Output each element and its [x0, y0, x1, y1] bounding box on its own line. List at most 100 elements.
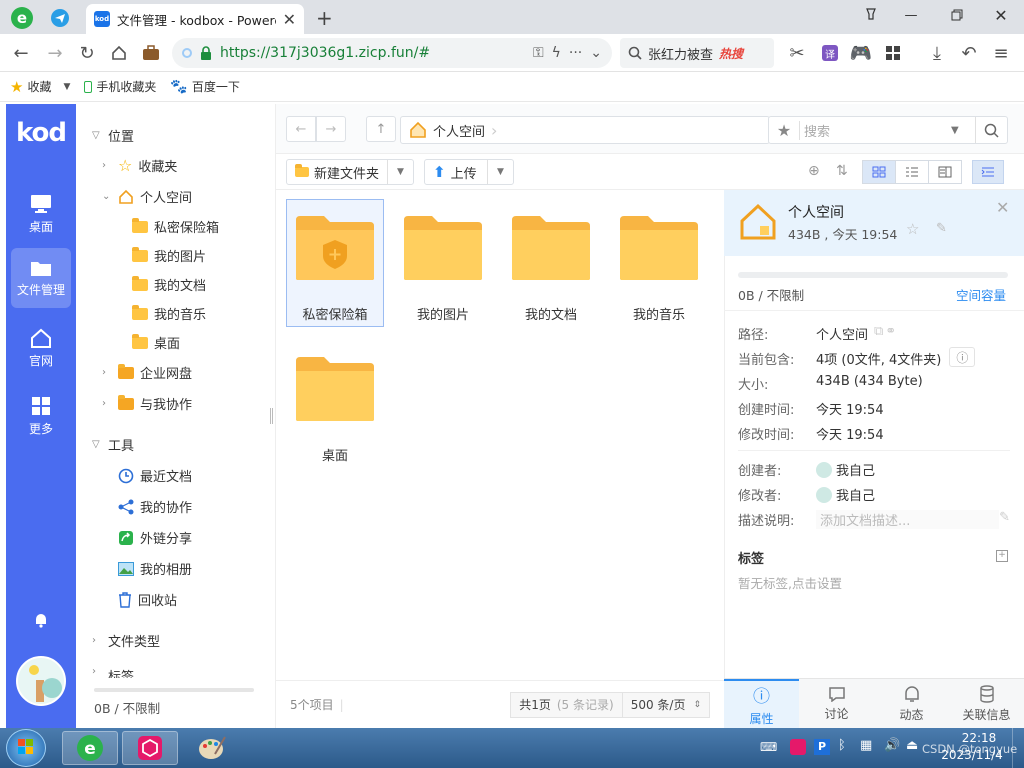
tool-album[interactable]: 我的相册	[118, 559, 192, 578]
translate-icon[interactable]: 译	[822, 45, 838, 61]
copy-icon[interactable]: ⧉	[874, 324, 883, 343]
file-item-vault[interactable]: 私密保险箱	[286, 199, 384, 327]
back-button[interactable]: ←	[286, 116, 316, 142]
zoom-icon[interactable]: ⊕	[808, 163, 820, 179]
tree-item-music[interactable]: 我的音乐	[132, 304, 206, 323]
rail-item-desktop[interactable]: 桌面	[11, 184, 71, 244]
kod-logo[interactable]: kod	[6, 118, 76, 148]
tree-item-collab[interactable]: › 与我协作	[102, 394, 192, 413]
clock-date[interactable]: 2023/11/4	[936, 748, 1008, 762]
tool-collab[interactable]: 我的协作	[118, 497, 192, 516]
search-button[interactable]	[975, 117, 1007, 143]
apps-grid-icon[interactable]	[880, 41, 906, 65]
tree-item-personal-space[interactable]: ⌄ 个人空间	[102, 187, 192, 206]
more-dots-icon[interactable]: ···	[569, 45, 582, 61]
grid-view-icon[interactable]	[863, 161, 895, 183]
rail-item-files[interactable]: 文件管理	[11, 248, 71, 308]
bluetooth-icon[interactable]: ᛒ	[838, 738, 846, 753]
restore-icon[interactable]	[934, 0, 980, 30]
tree-item-documents[interactable]: 我的文档	[132, 275, 206, 294]
forward-button[interactable]: →	[316, 116, 346, 142]
upload-button[interactable]: ⬆ 上传 ▼	[424, 159, 514, 185]
space-capacity-link[interactable]: 空间容量	[956, 285, 1006, 304]
browser-search-box[interactable]: 张红力被查 热搜	[620, 38, 774, 68]
url-text[interactable]: https://317j3036g1.zicp.fun/#	[220, 45, 525, 61]
taskbar-browser[interactable]: e	[62, 731, 118, 765]
bell-icon[interactable]	[34, 612, 48, 628]
forward-icon[interactable]: →	[42, 41, 68, 65]
tree-item-vault[interactable]: 私密保险箱	[132, 217, 219, 236]
network-icon[interactable]: ▦	[860, 738, 872, 753]
file-search[interactable]: ★ 搜索 ▼	[768, 116, 1008, 144]
search-input[interactable]: 搜索	[799, 120, 951, 140]
site-info-icon[interactable]	[182, 48, 192, 58]
resize-handle[interactable]	[270, 408, 273, 424]
home-icon[interactable]	[106, 41, 132, 65]
description-input[interactable]: 添加文档描述...	[816, 510, 1000, 529]
caret-down-icon[interactable]: ▼	[487, 160, 513, 184]
lightning-icon[interactable]: ϟ	[552, 45, 561, 61]
new-tab-icon[interactable]: +	[316, 6, 333, 30]
page-size-select[interactable]: 500 条/页 ⇕	[621, 692, 709, 717]
sort-icon[interactable]: ⇅	[836, 163, 848, 179]
toggle-info-panel-icon[interactable]	[972, 160, 1004, 184]
close-panel-icon[interactable]: ✕	[996, 198, 1009, 217]
gamepad-icon[interactable]: 🎮	[848, 41, 874, 65]
up-button[interactable]: ↑	[366, 116, 396, 142]
taskbar-app-cube[interactable]	[122, 731, 178, 765]
usb-icon[interactable]: ⏏	[906, 738, 918, 753]
show-desktop-button[interactable]	[1012, 728, 1024, 768]
tab-activity[interactable]: 动态	[874, 679, 949, 728]
tray-p-icon[interactable]: P	[814, 739, 830, 755]
bookmark-mobile[interactable]: 手机收藏夹	[84, 78, 156, 95]
tree-section-tags[interactable]: › 标签	[92, 666, 134, 678]
tool-recent[interactable]: 最近文档	[118, 466, 192, 485]
taskbar-paint[interactable]	[184, 731, 240, 765]
caret-down-icon[interactable]: ▼	[951, 125, 975, 136]
tab-properties[interactable]: ⓘ 属性	[724, 679, 799, 728]
start-button[interactable]	[6, 729, 46, 767]
tool-share-link[interactable]: 外链分享	[118, 528, 192, 547]
hot-search-badge[interactable]: 热搜	[719, 45, 743, 62]
tree-item-favorites[interactable]: › ☆ 收藏夹	[102, 156, 177, 175]
tool-recycle-bin[interactable]: 回收站	[118, 590, 177, 609]
window-close-icon[interactable]: ✕	[978, 0, 1024, 30]
bookmark-baidu[interactable]: 🐾 百度一下	[170, 78, 239, 95]
undo-icon[interactable]: ↶	[956, 41, 982, 65]
file-item-desktop[interactable]: 桌面	[286, 340, 384, 468]
tags-empty-text[interactable]: 暂无标签,点击设置	[738, 573, 842, 592]
briefcase-icon[interactable]	[138, 41, 164, 65]
edit-icon[interactable]: ✎	[999, 510, 1010, 529]
reload-icon[interactable]: ↻	[74, 41, 100, 65]
tree-item-pictures[interactable]: 我的图片	[132, 246, 206, 265]
caret-down-icon[interactable]: ▼	[63, 82, 70, 92]
star-icon[interactable]: ★	[769, 121, 799, 140]
keyboard-icon[interactable]: ⌨	[760, 740, 777, 754]
volume-icon[interactable]: 🔊	[884, 738, 900, 753]
new-folder-button[interactable]: 新建文件夹 ▼	[286, 159, 414, 185]
close-tab-icon[interactable]: ✕	[283, 10, 296, 29]
tab-related[interactable]: 关联信息	[949, 679, 1024, 728]
avatar[interactable]	[16, 656, 66, 706]
link-icon[interactable]: ⚭	[885, 324, 896, 343]
key-icon[interactable]: ⚿	[533, 45, 544, 61]
file-item-documents[interactable]: 我的文档	[502, 199, 600, 327]
address-bar[interactable]: https://317j3036g1.zicp.fun/# ⚿ ϟ ··· ⌄	[172, 38, 612, 68]
breadcrumb-item[interactable]: 个人空间	[433, 121, 485, 140]
scissors-icon[interactable]: ✂	[784, 41, 810, 65]
tree-item-desktop[interactable]: 桌面	[132, 333, 180, 352]
tray-cube-icon[interactable]	[790, 739, 806, 755]
file-item-pictures[interactable]: 我的图片	[394, 199, 492, 327]
browser-tab-active[interactable]: kod 文件管理 - kodbox - Powere ✕	[86, 4, 304, 34]
tab-discussion[interactable]: 讨论	[799, 679, 874, 728]
clock-time[interactable]: 22:18	[950, 731, 1008, 745]
tree-section-filetypes[interactable]: › 文件类型	[92, 631, 160, 650]
download-icon[interactable]: ⤓	[924, 41, 950, 65]
tree-section-tools[interactable]: ▽ 工具	[92, 435, 134, 454]
menu-icon[interactable]: ≡	[988, 41, 1014, 65]
rail-item-more[interactable]: 更多	[11, 386, 71, 446]
tree-section-location[interactable]: ▽ 位置	[92, 126, 134, 145]
telegram-icon[interactable]	[50, 8, 70, 28]
star-icon[interactable]: ☆	[906, 220, 919, 238]
chevron-down-icon[interactable]: ⌄	[590, 45, 602, 61]
